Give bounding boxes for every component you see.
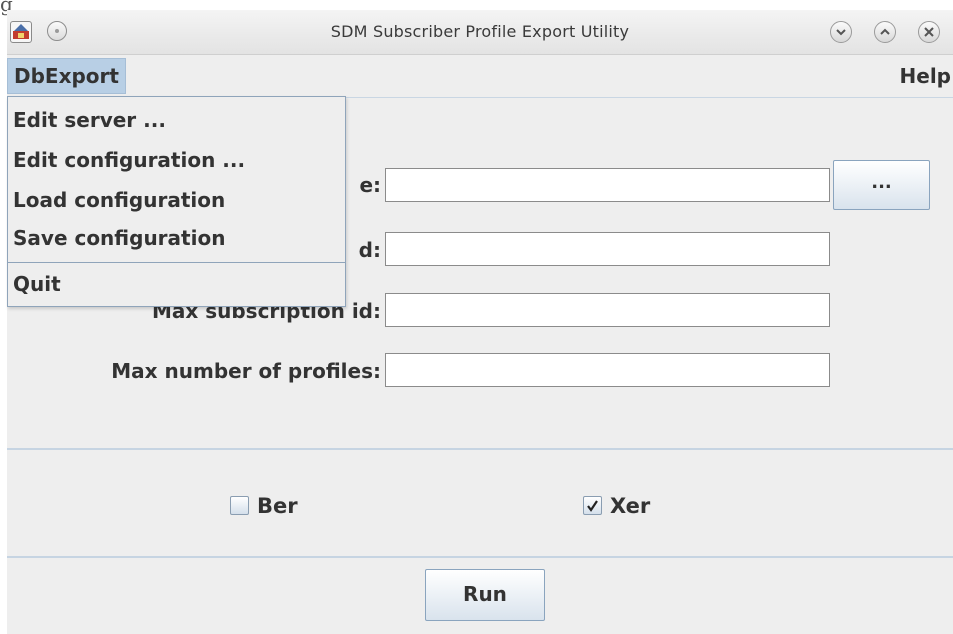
separator-top <box>7 448 953 450</box>
ber-checkbox[interactable] <box>230 496 249 515</box>
menu-item-edit-configuration[interactable]: Edit configuration ... <box>13 140 245 180</box>
menu-separator <box>8 262 345 263</box>
max-number-of-profiles-field[interactable] <box>385 353 830 387</box>
menu-item-quit[interactable]: Quit <box>13 264 61 304</box>
close-icon[interactable] <box>918 21 940 43</box>
min-subscription-id-field[interactable] <box>385 232 830 266</box>
run-button[interactable]: Run <box>425 569 545 621</box>
dbexport-dropdown-menu: Edit server ... Edit configuration ... L… <box>7 96 346 307</box>
min-subscription-id-label: d: <box>358 238 381 262</box>
menu-item-load-configuration[interactable]: Load configuration <box>13 180 225 220</box>
menu-dbexport[interactable]: DbExport <box>7 58 126 94</box>
menu-help[interactable]: Help <box>900 58 951 94</box>
ber-label: Ber <box>257 494 298 518</box>
menu-item-save-configuration[interactable]: Save configuration <box>13 218 225 258</box>
title-bar[interactable]: SDM Subscriber Profile Export Utility <box>7 10 953 55</box>
ber-option[interactable]: Ber <box>230 492 330 520</box>
input-file-field[interactable] <box>385 168 830 202</box>
app-window: SDM Subscriber Profile Export Utility Db… <box>7 10 953 634</box>
checkmark-icon <box>587 500 598 512</box>
separator-bottom <box>7 556 953 558</box>
maximize-icon[interactable] <box>874 21 896 43</box>
menu-bar: DbExport Help <box>7 55 953 98</box>
max-number-of-profiles-label: Max number of profiles: <box>111 359 381 383</box>
xer-checkbox[interactable] <box>583 496 602 515</box>
input-file-label: e: <box>359 173 381 197</box>
minimize-icon[interactable] <box>830 21 852 43</box>
browse-button[interactable]: ... <box>833 160 930 210</box>
menu-item-edit-server[interactable]: Edit server ... <box>13 100 166 140</box>
xer-label: Xer <box>610 494 651 518</box>
window-title: SDM Subscriber Profile Export Utility <box>330 22 630 41</box>
xer-option[interactable]: Xer <box>583 492 683 520</box>
max-subscription-id-field[interactable] <box>385 293 830 327</box>
